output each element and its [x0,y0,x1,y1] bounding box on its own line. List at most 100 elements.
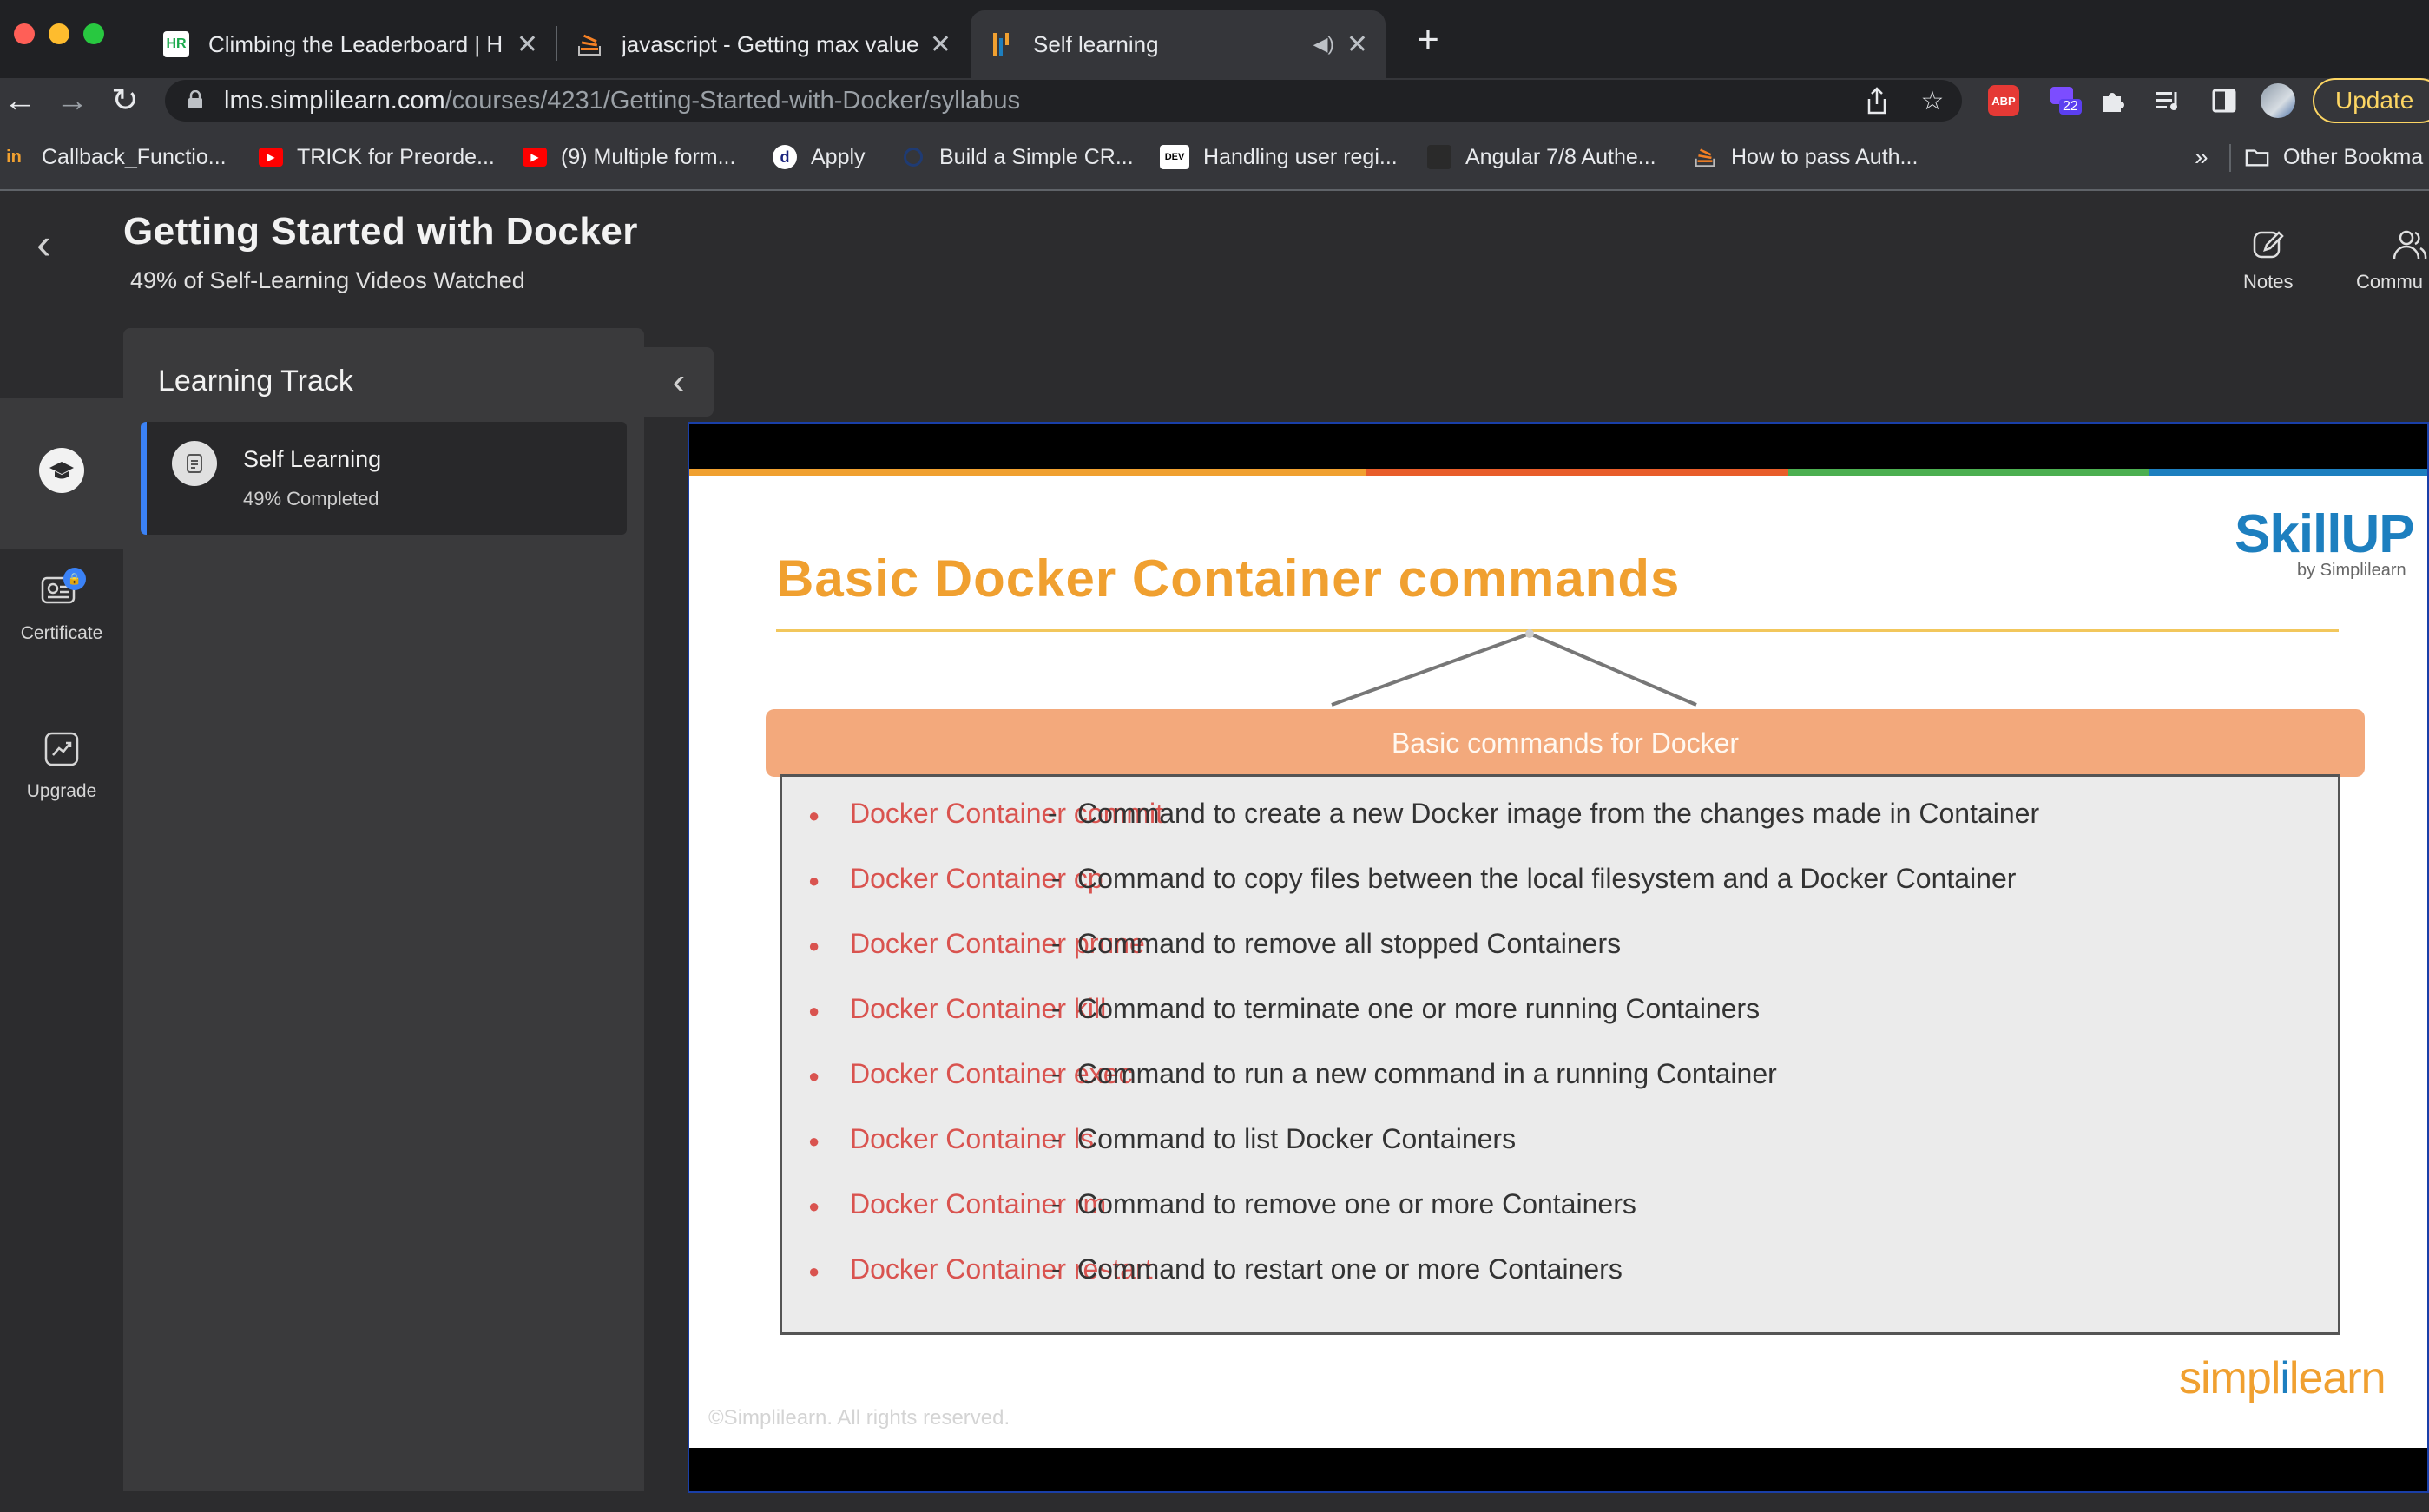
command-description: Command to list Docker Containers [1077,1123,1517,1154]
track-item-self-learning[interactable]: Self Learning 49% Completed [141,422,627,535]
speaker-icon[interactable]: ◀︎) [1313,33,1334,56]
back-chevron-icon[interactable]: ‹ [36,222,51,266]
circle-icon [901,145,925,169]
new-tab-button[interactable]: + [1406,19,1450,62]
media-queue-icon[interactable] [2151,83,2186,118]
window-zoom-button[interactable] [83,23,104,44]
youtube-icon: ▶ [259,148,283,167]
url-text[interactable]: lms.simplilearn.com/courses/4231/Getting… [224,87,1020,115]
rail-learning-icon [0,448,123,493]
puzzle-icon[interactable] [2096,83,2130,118]
command-description: Command to create a new Docker image fro… [1077,798,2040,829]
close-icon[interactable]: ✕ [1346,30,1368,60]
bookmark-item[interactable]: d Apply [773,142,866,172]
bullet-icon: ● [808,1065,820,1087]
command-name: Docker Container kill [850,993,1107,1024]
stackoverflow-icon [576,31,602,57]
track-item-progress: 49% Completed [243,488,379,509]
track-item-name: Self Learning [243,446,382,472]
command-description: Command to run a new command in a runnin… [1077,1058,1777,1089]
bookmark-item[interactable]: in Callback_Functio... [3,142,227,172]
sidebar-panel-icon[interactable] [2207,83,2241,118]
separator-dash: - [1051,1123,1061,1154]
command-name: Docker Container rm [850,1188,1107,1219]
profile-avatar[interactable] [2261,83,2295,118]
lock-icon [188,90,202,108]
bookmark-item[interactable]: DEV Handling user regi... [1160,142,1398,172]
close-icon[interactable]: ✕ [930,30,951,60]
bullet-icon: ● [808,1130,820,1152]
bookmarks-overflow-button[interactable]: » [2195,142,2208,172]
grid-icon [1427,145,1451,169]
separator-dash: - [1051,993,1061,1024]
learning-track-title: Learning Track [158,365,353,398]
command-description: Command to remove all stopped Containers [1077,928,1622,959]
tab-title: Self learning [1033,30,1159,57]
adblock-icon[interactable]: ABP [1986,83,2021,118]
command-description: Command to restart one or more Container… [1077,1253,1623,1285]
community-button[interactable]: Commu [2356,227,2429,293]
update-button[interactable]: Update [2313,78,2429,123]
other-bookmarks[interactable]: Other Bookma [2245,142,2423,172]
tree-connector [1331,629,1697,707]
bookmark-item[interactable]: Build a Simple CR... [901,142,1134,172]
bookmark-item[interactable]: ▶ TRICK for Preorde... [259,142,495,172]
slide-copyright: ©Simplilearn. All rights reserved. [708,1406,1010,1430]
close-icon[interactable]: ✕ [517,30,538,60]
bullet-icon: ● [808,805,820,826]
bookmark-favicon: in [6,147,22,167]
edit-note-icon [2253,231,2284,259]
folder-icon [2245,145,2269,169]
graduation-cap-icon [39,448,84,493]
bookmark-item[interactable]: Angular 7/8 Authe... [1427,142,1656,172]
commands-header: Basic commands for Docker [766,709,2365,777]
dev-icon: DEV [1160,145,1189,169]
tab-self-learning[interactable]: Self learning ◀︎) ✕ [971,10,1386,78]
tab-title: javascript - Getting max value( [622,30,918,57]
command-row: ● Docker Container rm - Command to remov… [782,1188,2343,1230]
document-icon [172,441,217,486]
command-name: Docker Container cp [850,863,1103,894]
hackerrank-icon: HR [163,31,189,57]
simplilearn-logo: simplilearn [2179,1353,2386,1404]
command-row: ● Docker Container ls - Command to list … [782,1123,2343,1165]
command-description: Command to copy files between the local … [1077,863,2017,894]
bullet-icon: ● [808,1195,820,1217]
share-icon[interactable] [1860,83,1894,118]
active-indicator [141,422,147,535]
forward-arrow-icon[interactable]: → [56,83,89,118]
commands-list: ● Docker Container commit - Command to c… [780,774,2340,1335]
bullet-icon: ● [808,1000,820,1022]
bullet-icon: ● [808,935,820,957]
extension-badge-icon[interactable]: 22 [2049,83,2083,118]
notes-button[interactable]: Notes [2243,227,2293,293]
back-arrow-icon[interactable]: ← [3,83,36,118]
youtube-icon: ▶ [523,148,547,167]
bookmark-item[interactable]: How to pass Auth... [1693,142,1918,172]
bullet-icon: ● [808,1260,820,1282]
reload-icon[interactable]: ↻ [111,83,139,118]
tab-title: Climbing the Leaderboard | Hac [208,30,504,57]
lock-badge-icon: 🔒 [63,568,86,590]
bookmark-favicon: d [773,145,797,169]
window-close-button[interactable] [14,23,35,44]
tab-hackerrank[interactable]: HR Climbing the Leaderboard | Hac ✕ [146,10,556,78]
separator-dash: - [1051,928,1061,959]
rail-certificate[interactable]: 🔒 Certificate [0,568,123,644]
rail-upgrade[interactable]: Upgrade [0,731,123,802]
upgrade-chart-icon [44,732,79,766]
command-row: ● Docker Container restart - Command to … [782,1253,2343,1295]
command-row: ● Docker Container kill - Command to ter… [782,993,2343,1035]
tab-stackoverflow[interactable]: javascript - Getting max value( ✕ [559,10,969,78]
command-description: Command to remove one or more Containers [1077,1188,1636,1219]
course-title: Getting Started with Docker [123,210,638,253]
certificate-icon: 🔒 [41,568,86,609]
collapse-panel-button[interactable]: ‹ [644,347,714,417]
window-minimize-button[interactable] [49,23,69,44]
chevron-left-icon: ‹ [672,360,686,403]
star-icon[interactable]: ☆ [1915,83,1950,118]
command-row: ● Docker Container exec - Command to run… [782,1058,2343,1100]
bullet-icon: ● [808,870,820,891]
bookmark-item[interactable]: ▶ (9) Multiple form... [523,142,735,172]
separator-dash: - [1051,1188,1061,1219]
